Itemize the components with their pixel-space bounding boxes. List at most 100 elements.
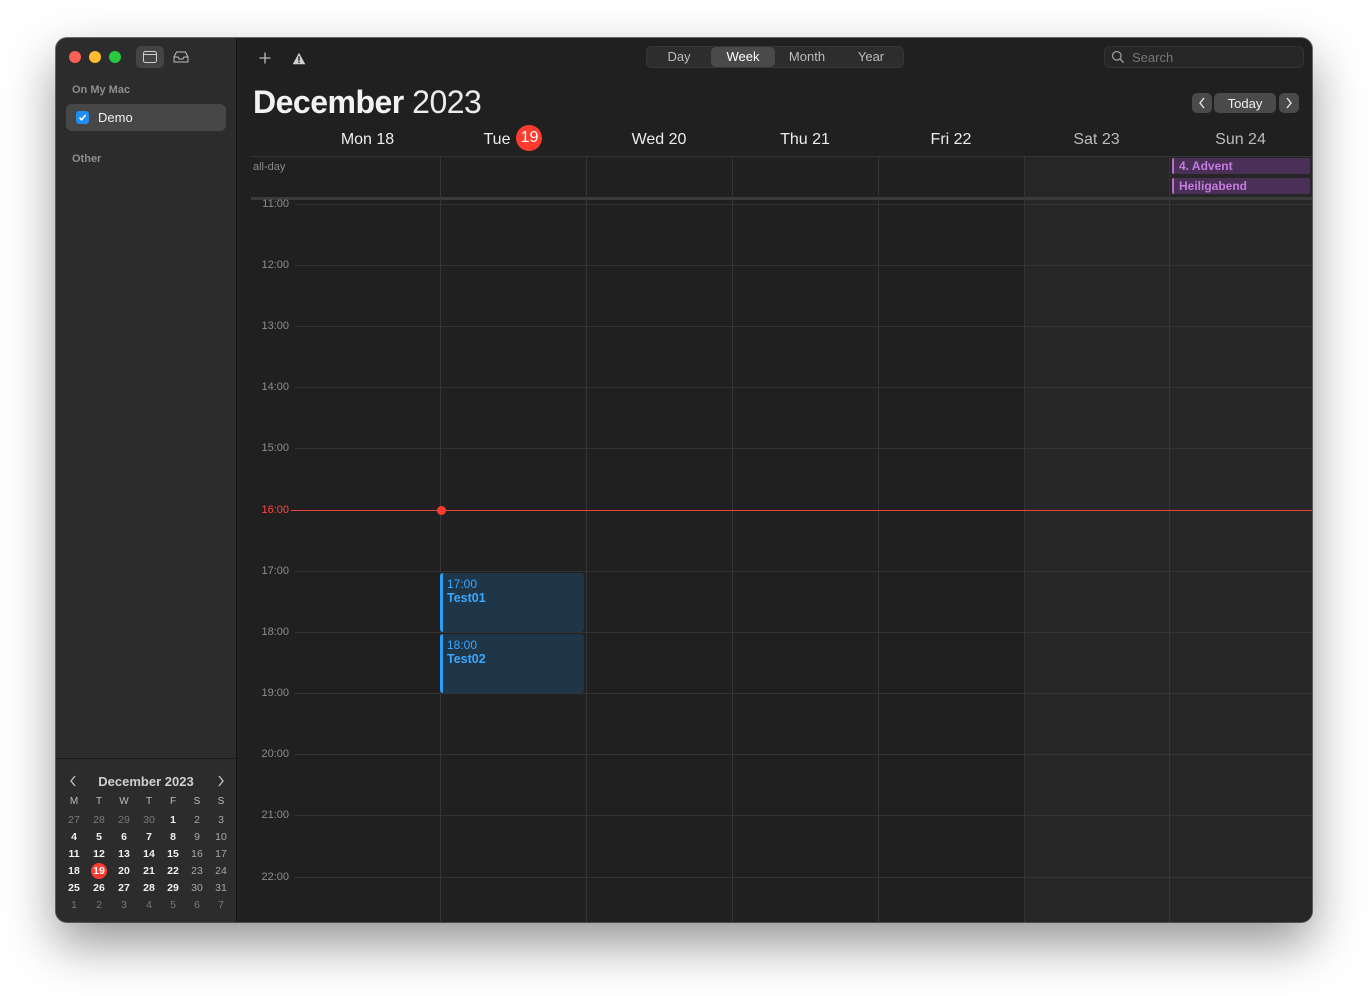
mini-calendar-day[interactable]: 13 bbox=[114, 846, 134, 863]
view-switcher: Day Week Month Year bbox=[646, 46, 904, 68]
mini-calendar-day[interactable]: 5 bbox=[163, 897, 183, 914]
add-event-icon[interactable] bbox=[254, 48, 276, 68]
view-month-button[interactable]: Month bbox=[775, 47, 839, 67]
hour-label: 18:00 bbox=[261, 626, 289, 638]
mini-calendar-next-icon[interactable] bbox=[214, 774, 228, 788]
view-year-button[interactable]: Year bbox=[839, 47, 903, 67]
calendar-list-icon[interactable] bbox=[136, 46, 164, 68]
hour-label: 17:00 bbox=[261, 565, 289, 577]
calendar-item-demo[interactable]: Demo bbox=[66, 104, 226, 131]
zoom-window-button[interactable] bbox=[109, 51, 121, 63]
sidebar-divider bbox=[56, 758, 236, 759]
mini-calendar-day[interactable]: 22 bbox=[163, 863, 183, 880]
mini-calendar-day[interactable]: 9 bbox=[187, 829, 207, 846]
calendar-event[interactable]: 18:00 Test02 bbox=[440, 634, 584, 693]
mini-calendar-day[interactable]: 23 bbox=[187, 863, 207, 880]
section-other: Other bbox=[72, 153, 102, 165]
hour-line bbox=[295, 815, 1312, 816]
mini-calendar-weekday: S bbox=[217, 796, 225, 807]
day-header-mon[interactable]: Mon 18 bbox=[295, 128, 440, 152]
mini-calendar-day[interactable]: 1 bbox=[64, 897, 84, 914]
mini-calendar-day[interactable]: 14 bbox=[139, 846, 159, 863]
mini-calendar-day[interactable]: 4 bbox=[64, 829, 84, 846]
mini-calendar-day[interactable]: 27 bbox=[64, 812, 84, 829]
search-field[interactable]: Search bbox=[1104, 46, 1304, 68]
column-divider bbox=[586, 156, 587, 922]
page-title: December 2023 bbox=[253, 84, 482, 121]
previous-week-button[interactable] bbox=[1192, 93, 1212, 113]
mini-calendar-day[interactable]: 24 bbox=[211, 863, 231, 880]
column-divider bbox=[878, 156, 879, 922]
mini-calendar-day[interactable]: 17 bbox=[211, 846, 231, 863]
day-header-thu[interactable]: Thu 21 bbox=[732, 128, 878, 152]
day-header-wed[interactable]: Wed 20 bbox=[586, 128, 732, 152]
mini-calendar-day[interactable]: 29 bbox=[163, 880, 183, 897]
hour-label: 21:00 bbox=[261, 809, 289, 821]
view-week-button[interactable]: Week bbox=[711, 47, 775, 67]
day-header-sat[interactable]: Sat 23 bbox=[1024, 128, 1169, 152]
mini-calendar-day[interactable]: 7 bbox=[139, 829, 159, 846]
view-day-button[interactable]: Day bbox=[647, 47, 711, 67]
day-header-sun[interactable]: Sun 24 bbox=[1169, 128, 1312, 152]
day-header-tue[interactable]: Tue 19 bbox=[440, 125, 586, 152]
hour-line bbox=[295, 877, 1312, 878]
close-window-button[interactable] bbox=[69, 51, 81, 63]
mini-calendar-day[interactable]: 26 bbox=[89, 880, 109, 897]
mini-calendar-weekday: T bbox=[95, 796, 103, 807]
section-on-my-mac: On My Mac bbox=[72, 84, 131, 96]
hour-line bbox=[295, 571, 1312, 572]
mini-calendar-weekday: S bbox=[193, 796, 201, 807]
mini-calendar-day[interactable]: 30 bbox=[139, 812, 159, 829]
mini-calendar-title: December 2023 bbox=[98, 774, 194, 789]
today-button[interactable]: Today bbox=[1214, 93, 1276, 113]
current-time-label: 16:00 bbox=[261, 504, 289, 516]
mini-calendar-day[interactable]: 18 bbox=[64, 863, 84, 880]
hour-line bbox=[295, 326, 1312, 327]
inbox-icon[interactable] bbox=[167, 46, 195, 68]
mini-calendar-day[interactable]: 30 bbox=[187, 880, 207, 897]
mini-calendar-day[interactable]: 27 bbox=[114, 880, 134, 897]
mini-calendar-day[interactable]: 7 bbox=[211, 897, 231, 914]
calendar-checkbox[interactable] bbox=[76, 111, 89, 124]
mini-calendar-day[interactable]: 15 bbox=[163, 846, 183, 863]
mini-calendar-day[interactable]: 1 bbox=[163, 812, 183, 829]
event-title: Test02 bbox=[447, 652, 486, 666]
mini-calendar-day[interactable]: 5 bbox=[89, 829, 109, 846]
mini-calendar-weekday: M bbox=[69, 796, 79, 807]
mini-calendar-day[interactable]: 8 bbox=[163, 829, 183, 846]
hour-label: 13:00 bbox=[261, 320, 289, 332]
hour-line bbox=[295, 754, 1312, 755]
mini-calendar-day[interactable]: 3 bbox=[211, 812, 231, 829]
day-header-fri[interactable]: Fri 22 bbox=[878, 128, 1024, 152]
mini-calendar-day[interactable]: 19 bbox=[89, 863, 109, 880]
mini-calendar-day[interactable]: 29 bbox=[114, 812, 134, 829]
calendar-event[interactable]: 17:00 Test01 bbox=[440, 573, 584, 632]
hour-line bbox=[295, 265, 1312, 266]
mini-calendar-day[interactable]: 2 bbox=[187, 812, 207, 829]
all-day-event[interactable]: 4. Advent bbox=[1172, 158, 1310, 174]
mini-calendar-day[interactable]: 6 bbox=[187, 897, 207, 914]
mini-calendar-day[interactable]: 20 bbox=[114, 863, 134, 880]
next-week-button[interactable] bbox=[1279, 93, 1299, 113]
all-day-event[interactable]: Heiligabend bbox=[1172, 178, 1310, 194]
mini-calendar-day[interactable]: 6 bbox=[114, 829, 134, 846]
event-time: 18:00 bbox=[447, 638, 478, 652]
hour-line bbox=[295, 448, 1312, 449]
mini-calendar-day[interactable]: 12 bbox=[89, 846, 109, 863]
minimize-window-button[interactable] bbox=[89, 51, 101, 63]
mini-calendar-day[interactable]: 3 bbox=[114, 897, 134, 914]
mini-calendar-day[interactable]: 28 bbox=[89, 812, 109, 829]
alert-icon[interactable] bbox=[288, 48, 310, 68]
hour-label: 19:00 bbox=[261, 687, 289, 699]
mini-calendar-day[interactable]: 31 bbox=[211, 880, 231, 897]
hour-label: 15:00 bbox=[261, 442, 289, 454]
mini-calendar-day[interactable]: 4 bbox=[139, 897, 159, 914]
mini-calendar-day[interactable]: 28 bbox=[139, 880, 159, 897]
mini-calendar-day[interactable]: 2 bbox=[89, 897, 109, 914]
mini-calendar-day[interactable]: 11 bbox=[64, 846, 84, 863]
mini-calendar-day[interactable]: 16 bbox=[187, 846, 207, 863]
mini-calendar-day[interactable]: 10 bbox=[211, 829, 231, 846]
hour-line bbox=[295, 693, 1312, 694]
mini-calendar-day[interactable]: 21 bbox=[139, 863, 159, 880]
mini-calendar-day[interactable]: 25 bbox=[64, 880, 84, 897]
